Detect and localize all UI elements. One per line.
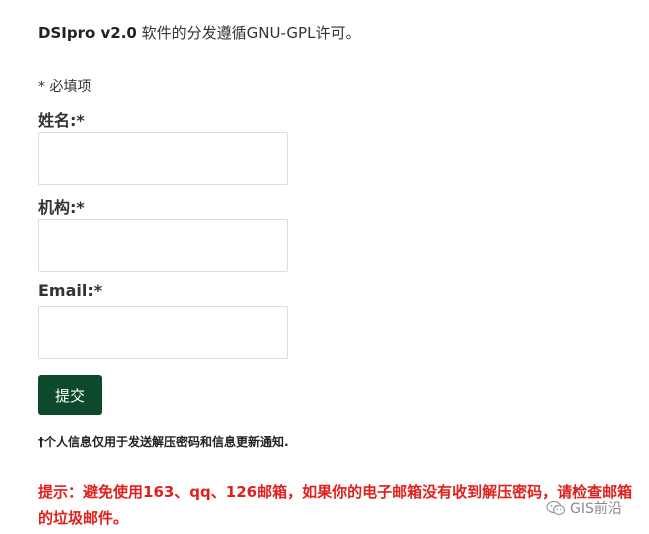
required-note: * 必填项 [38,79,92,95]
name-label: 姓名:* [38,111,85,130]
wechat-icon [546,500,566,516]
watermark: GIS前沿 [546,498,622,518]
email-input[interactable] [38,306,288,359]
license-text: 软件的分发遵循GNU-GPL许可。 [136,24,361,42]
name-input[interactable] [38,132,288,185]
license-intro: DSIpro v2.0 软件的分发遵循GNU-GPL许可。 [38,22,360,43]
privacy-note: †个人信息仅用于发送解压密码和信息更新通知. [38,435,289,449]
organization-label: 机构:* [38,198,85,217]
email-label: Email:* [38,281,103,300]
organization-input[interactable] [38,219,288,272]
watermark-text: GIS前沿 [570,501,622,517]
submit-button[interactable]: 提交 [38,375,102,415]
product-name: DSIpro v2.0 [38,24,137,42]
